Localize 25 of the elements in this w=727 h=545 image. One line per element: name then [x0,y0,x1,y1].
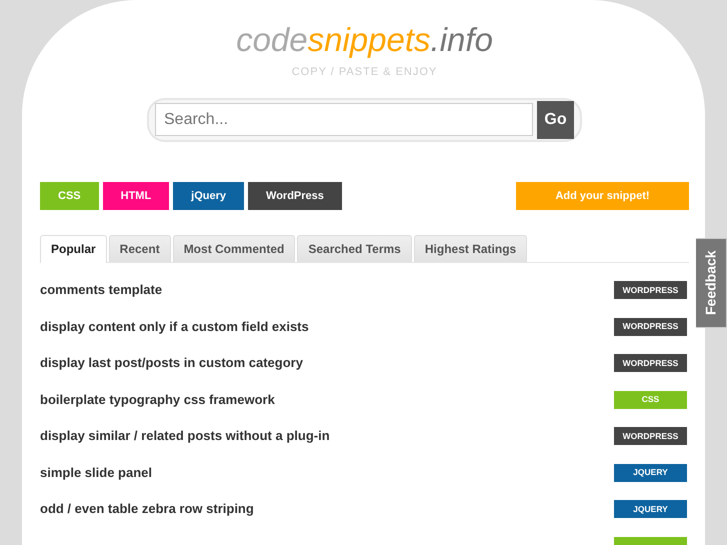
snippet-link[interactable]: display content only if a custom field exists [40,316,309,336]
category-tag[interactable]: WORDPRESS [614,281,687,300]
tab[interactable]: Highest Ratings [414,234,528,262]
snippet-link[interactable]: boilerplate typography css framework [40,390,275,410]
tab[interactable]: Popular [40,234,107,263]
category-tag[interactable]: WORDPRESS [614,318,687,336]
snippet-link[interactable]: display similar / related posts without a plug-in [40,426,330,446]
category-tag[interactable]: JQUERY [614,500,687,518]
site-logo[interactable]: codesnippets.info [40,22,689,58]
feedback-tab[interactable]: Feedback [696,238,727,328]
go-button[interactable]: Go [537,100,574,139]
category-tag[interactable]: WORDPRESS [614,354,687,372]
category-tag[interactable]: WORDPRESS [614,427,687,446]
snippet-link[interactable]: comments template [40,280,162,300]
snippet-link[interactable]: odd / even table zebra row striping [40,499,254,519]
category-button[interactable]: jQuery [173,182,244,210]
search-field[interactable]: Search... [155,103,533,136]
category-button[interactable]: HTML [102,182,170,210]
snippet-link[interactable]: simple slide panel [40,462,152,482]
category-button[interactable]: WordPress [248,182,342,210]
tab[interactable]: Searched Terms [297,234,412,262]
tab[interactable]: Recent [108,234,171,262]
snippet-link[interactable]: display last post/posts in custom category [40,353,303,373]
tab[interactable]: Most Commented [172,234,296,262]
category-tag[interactable]: JQUERY [614,464,687,482]
